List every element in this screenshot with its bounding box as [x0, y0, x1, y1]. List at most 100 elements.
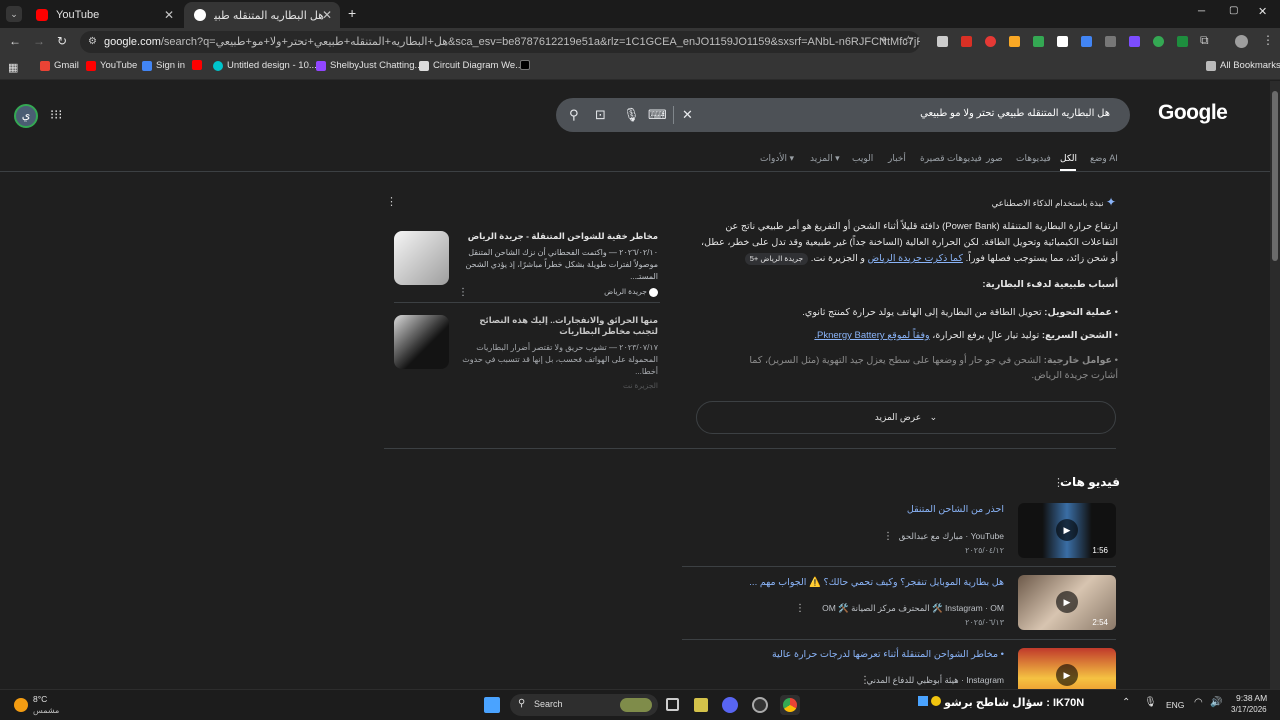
bookmark-circuit-diagram[interactable]: Circuit Diagram We...: [419, 60, 523, 71]
extensions-puzzle-icon[interactable]: ⧉: [1200, 33, 1209, 48]
scrollbar-thumb[interactable]: [1272, 91, 1278, 261]
start-icon[interactable]: [484, 697, 500, 713]
profile-avatar-icon[interactable]: [1235, 35, 1248, 48]
extension-icon[interactable]: [961, 36, 972, 47]
video-title[interactable]: هل بطارية الموبايل تنفجر؟ وكيف تحمي حالك…: [749, 577, 1004, 588]
close-window-button[interactable]: ✕: [1258, 5, 1267, 18]
extension-icon[interactable]: [937, 36, 948, 47]
tab-web[interactable]: الويب: [852, 153, 873, 164]
mic-icon[interactable]: 🎙: [623, 107, 640, 123]
play-icon[interactable]: ▶: [1056, 664, 1078, 686]
bookmark-youtube[interactable]: YouTube: [86, 60, 137, 71]
app-icon[interactable]: [752, 697, 768, 713]
search-icon[interactable]: ⚲: [569, 107, 579, 123]
play-icon[interactable]: ▶: [1056, 591, 1078, 613]
volume-icon[interactable]: 🔊: [1210, 697, 1222, 708]
clear-icon[interactable]: ✕: [682, 107, 693, 123]
bookmark-youtube-2[interactable]: [192, 60, 206, 70]
location-icon[interactable]: ⌖: [881, 34, 887, 47]
mic-icon[interactable]: 🎙: [1144, 697, 1157, 708]
back-icon[interactable]: ←: [9, 34, 21, 48]
source-chip[interactable]: جريدة الرياض +5: [744, 253, 809, 265]
extension-icon[interactable]: [1081, 36, 1092, 47]
extension-icon[interactable]: [1105, 36, 1116, 47]
video-title[interactable]: احذر من الشاحن المتنقل: [907, 504, 1004, 515]
site-info-icon[interactable]: ⚙: [88, 31, 97, 53]
apps-grid-icon[interactable]: ▦: [8, 61, 18, 74]
reload-icon[interactable]: ↻: [57, 34, 67, 48]
clock-time[interactable]: 9:38 AM: [1236, 693, 1267, 703]
more-options-icon[interactable]: ⋮: [795, 603, 805, 614]
chrome-icon[interactable]: [780, 695, 800, 715]
forward-icon[interactable]: →: [33, 34, 45, 48]
google-logo[interactable]: Google: [1158, 101, 1228, 125]
more-options-icon[interactable]: ⋮: [1053, 476, 1064, 489]
extension-icon[interactable]: [1129, 36, 1140, 47]
account-avatar[interactable]: ي: [14, 104, 38, 128]
search-box[interactable]: ⚲ ⊡ 🎙 ⌨ ✕ هل البطاريه المتنقله طبيعي تحت…: [556, 98, 1130, 132]
news-ticker[interactable]: سؤال شاطح برشو : IK70N: [918, 696, 1084, 709]
keyboard-icon[interactable]: ⌨: [648, 107, 667, 123]
more-options-icon[interactable]: ⋮: [883, 531, 893, 542]
tab-more[interactable]: المزيد ▾: [810, 153, 840, 164]
tab-news[interactable]: أخبار: [888, 153, 906, 164]
more-options-icon[interactable]: ⋮: [860, 675, 870, 686]
tab-search-icon[interactable]: ⌄: [6, 6, 22, 22]
discord-icon[interactable]: [722, 697, 738, 713]
video-thumbnail[interactable]: ▶ 2:54: [1018, 575, 1116, 630]
video-thumbnail[interactable]: ▶: [1018, 648, 1116, 689]
more-options-icon[interactable]: ⋮: [386, 195, 397, 208]
weather-temp[interactable]: 8°C: [33, 694, 47, 704]
bookmark-x[interactable]: [520, 60, 534, 70]
tab-youtube[interactable]: YouTube ✕: [26, 2, 182, 28]
search-input[interactable]: هل البطاريه المتنقله طبيعي تحتر ولا مو ط…: [920, 108, 1110, 119]
google-apps-icon[interactable]: ⁝⁝⁝: [50, 107, 62, 123]
extension-icon[interactable]: [1057, 36, 1068, 47]
extension-icon[interactable]: [1033, 36, 1044, 47]
address-bar[interactable]: ⚙ google.com/search?q=هل+البطاريه+المتنق…: [80, 31, 920, 53]
minimize-button[interactable]: ─: [1198, 6, 1205, 17]
video-thumbnail[interactable]: ▶ 1:56: [1018, 503, 1116, 558]
tab-ai-mode[interactable]: وضع AI: [1090, 153, 1118, 164]
tab-images[interactable]: صور: [986, 153, 1003, 164]
show-more-button[interactable]: عرض المزيد ⌄: [696, 401, 1116, 434]
play-icon[interactable]: ▶: [1056, 519, 1078, 541]
extension-icon[interactable]: [1153, 36, 1164, 47]
source-card[interactable]: منها الحرائق والانفجارات.. إليك هذه النص…: [386, 313, 666, 390]
app-icon[interactable]: [694, 698, 708, 712]
tab-tools[interactable]: الأدوات ▾: [760, 153, 794, 164]
bookmark-shelby[interactable]: ShelbyJust Chatting...: [316, 60, 422, 71]
new-tab-button[interactable]: +: [348, 5, 356, 21]
lens-icon[interactable]: ⊡: [595, 107, 606, 123]
language-indicator[interactable]: ENG: [1166, 700, 1184, 710]
close-icon[interactable]: ✕: [322, 8, 332, 22]
system-tray-icon[interactable]: ⌃: [1122, 697, 1130, 708]
video-title[interactable]: • مخاطر الشواحن المتنقلة أثناء تعرضها لد…: [772, 649, 1004, 660]
all-bookmarks[interactable]: All Bookmarks: [1206, 60, 1280, 71]
tab-google-search[interactable]: هل البطاريه المتنقله طبيعي تحتر ✕: [184, 2, 340, 28]
bookmark-untitled-design[interactable]: Untitled design - 10...: [213, 60, 317, 71]
menu-icon[interactable]: ⋮: [1262, 33, 1274, 47]
wifi-icon[interactable]: ◠: [1194, 697, 1203, 708]
source-link[interactable]: كما ذكرت جريدة الرياض: [868, 253, 963, 264]
bookmark-sign-in[interactable]: Sign in: [142, 60, 185, 71]
maximize-button[interactable]: ▢: [1229, 5, 1238, 16]
source-card[interactable]: مخاطر خفية للشواحن المتنقلة - جريدة الري…: [386, 229, 666, 305]
tab-videos[interactable]: فيديوهات: [1016, 153, 1051, 164]
tab-all[interactable]: الكل: [1060, 153, 1077, 164]
taskbar-search[interactable]: ⚲ Search: [510, 694, 658, 716]
task-view-icon[interactable]: [666, 698, 679, 711]
extension-icon[interactable]: [1177, 36, 1188, 47]
ai-overview-heading: ✦ نبذة باستخدام الذكاء الاصطناعي: [991, 195, 1116, 209]
tab-short-videos[interactable]: فيديوهات قصيرة: [920, 153, 982, 164]
bookmark-star-icon[interactable]: ☆: [903, 33, 914, 47]
more-options-icon[interactable]: ⋮: [458, 287, 468, 298]
clock-date[interactable]: 3/17/2026: [1231, 705, 1267, 714]
source-link[interactable]: وفقاً لموقع Pknergy Battery.: [814, 330, 929, 341]
page-scrollbar[interactable]: [1270, 81, 1280, 689]
close-icon[interactable]: ✕: [164, 8, 174, 22]
extension-icon[interactable]: [985, 36, 996, 47]
extension-icon[interactable]: [1009, 36, 1020, 47]
bookmark-gmail[interactable]: Gmail: [40, 60, 79, 71]
weather-icon[interactable]: [14, 698, 28, 712]
